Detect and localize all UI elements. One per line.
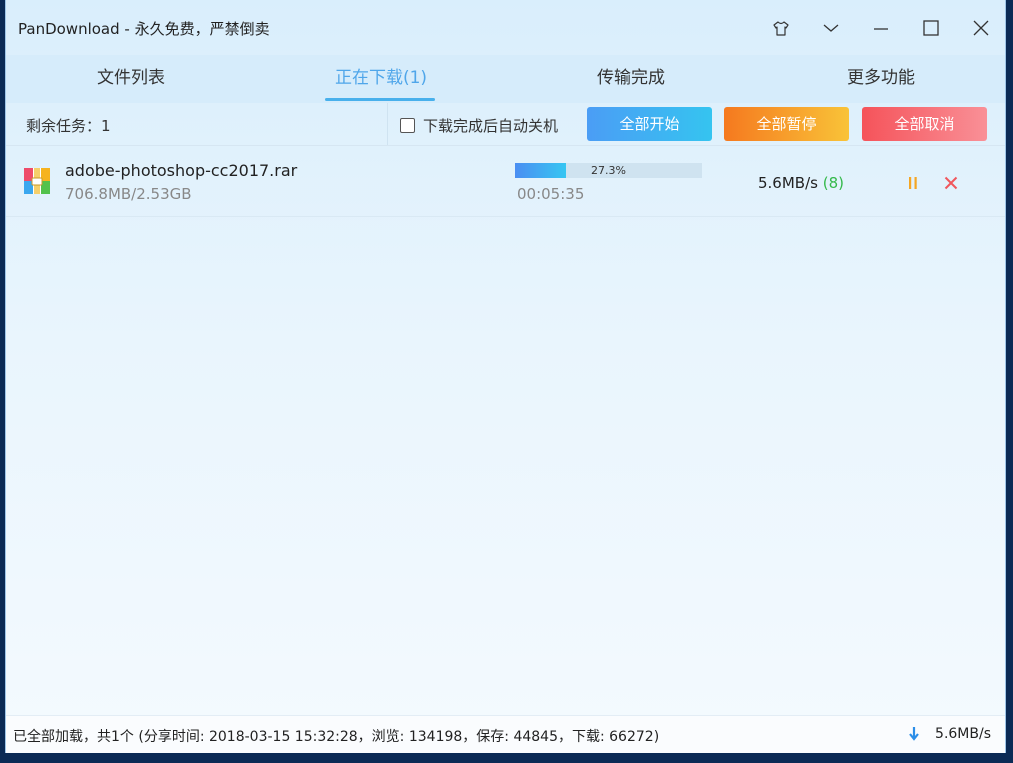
tab-label: 正在下载(1) <box>334 68 428 88</box>
tab-label: 文件列表 <box>97 68 165 88</box>
maximize-icon[interactable] <box>917 14 945 42</box>
progress-text: 27.3% <box>591 164 626 177</box>
file-size: 706.8MB/2.53GB <box>65 185 192 203</box>
chevron-down-icon[interactable] <box>817 14 845 42</box>
progress-bar: 27.3% <box>515 163 702 178</box>
download-toolbar: 剩余任务：1 下载完成后自动关机 全部开始 全部暂停 全部取消 <box>6 103 1005 146</box>
pause-icon[interactable] <box>903 173 923 193</box>
minimize-icon[interactable] <box>867 14 895 42</box>
shirt-icon[interactable] <box>767 14 795 42</box>
archive-icon <box>24 168 50 194</box>
tab-label: 更多功能 <box>847 68 915 88</box>
cancel-all-button[interactable]: 全部取消 <box>862 107 987 141</box>
time-remaining: 00:05:35 <box>517 185 585 203</box>
tab-file-list[interactable]: 文件列表 <box>6 55 256 103</box>
auto-shutdown-checkbox[interactable]: 下载完成后自动关机 <box>400 115 558 136</box>
app-window: PanDownload - 永久免费，严禁倒卖 文件列表 正在下载(1) 传输完… <box>6 0 1005 753</box>
total-speed-value: 5.6MB/s <box>935 726 991 742</box>
pause-all-button[interactable]: 全部暂停 <box>724 107 849 141</box>
tab-label: 传输完成 <box>597 68 665 88</box>
status-bar: 已全部加载，共1个 (分享时间: 2018-03-15 15:32:28，浏览:… <box>6 715 1005 753</box>
file-name: adobe-photoshop-cc2017.rar <box>65 161 298 180</box>
tab-bar: 文件列表 正在下载(1) 传输完成 更多功能 <box>6 55 1005 103</box>
remaining-tasks: 剩余任务：1 <box>26 117 111 135</box>
download-row[interactable]: adobe-photoshop-cc2017.rar 706.8MB/2.53G… <box>6 146 1005 217</box>
auto-shutdown-label: 下载完成后自动关机 <box>423 117 559 135</box>
connection-count: (8) <box>822 174 844 192</box>
total-speed: 5.6MB/s <box>909 726 991 742</box>
tab-completed[interactable]: 传输完成 <box>506 55 756 103</box>
active-tab-indicator <box>325 98 435 101</box>
close-icon[interactable] <box>967 14 995 42</box>
toolbar-divider <box>387 103 388 145</box>
tab-downloading[interactable]: 正在下载(1) <box>256 55 506 103</box>
download-speed: 5.6MB/s (8) <box>758 174 844 192</box>
speed-value: 5.6MB/s <box>758 174 818 192</box>
status-text: 已全部加载，共1个 (分享时间: 2018-03-15 15:32:28，浏览:… <box>13 729 660 745</box>
start-all-button[interactable]: 全部开始 <box>587 107 712 141</box>
window-title: PanDownload - 永久免费，严禁倒卖 <box>18 20 270 38</box>
title-bar[interactable]: PanDownload - 永久免费，严禁倒卖 <box>6 0 1005 55</box>
checkbox-box[interactable] <box>400 118 415 133</box>
download-arrow-icon <box>909 727 919 741</box>
tab-more-features[interactable]: 更多功能 <box>756 55 1006 103</box>
remove-icon[interactable] <box>941 173 961 193</box>
